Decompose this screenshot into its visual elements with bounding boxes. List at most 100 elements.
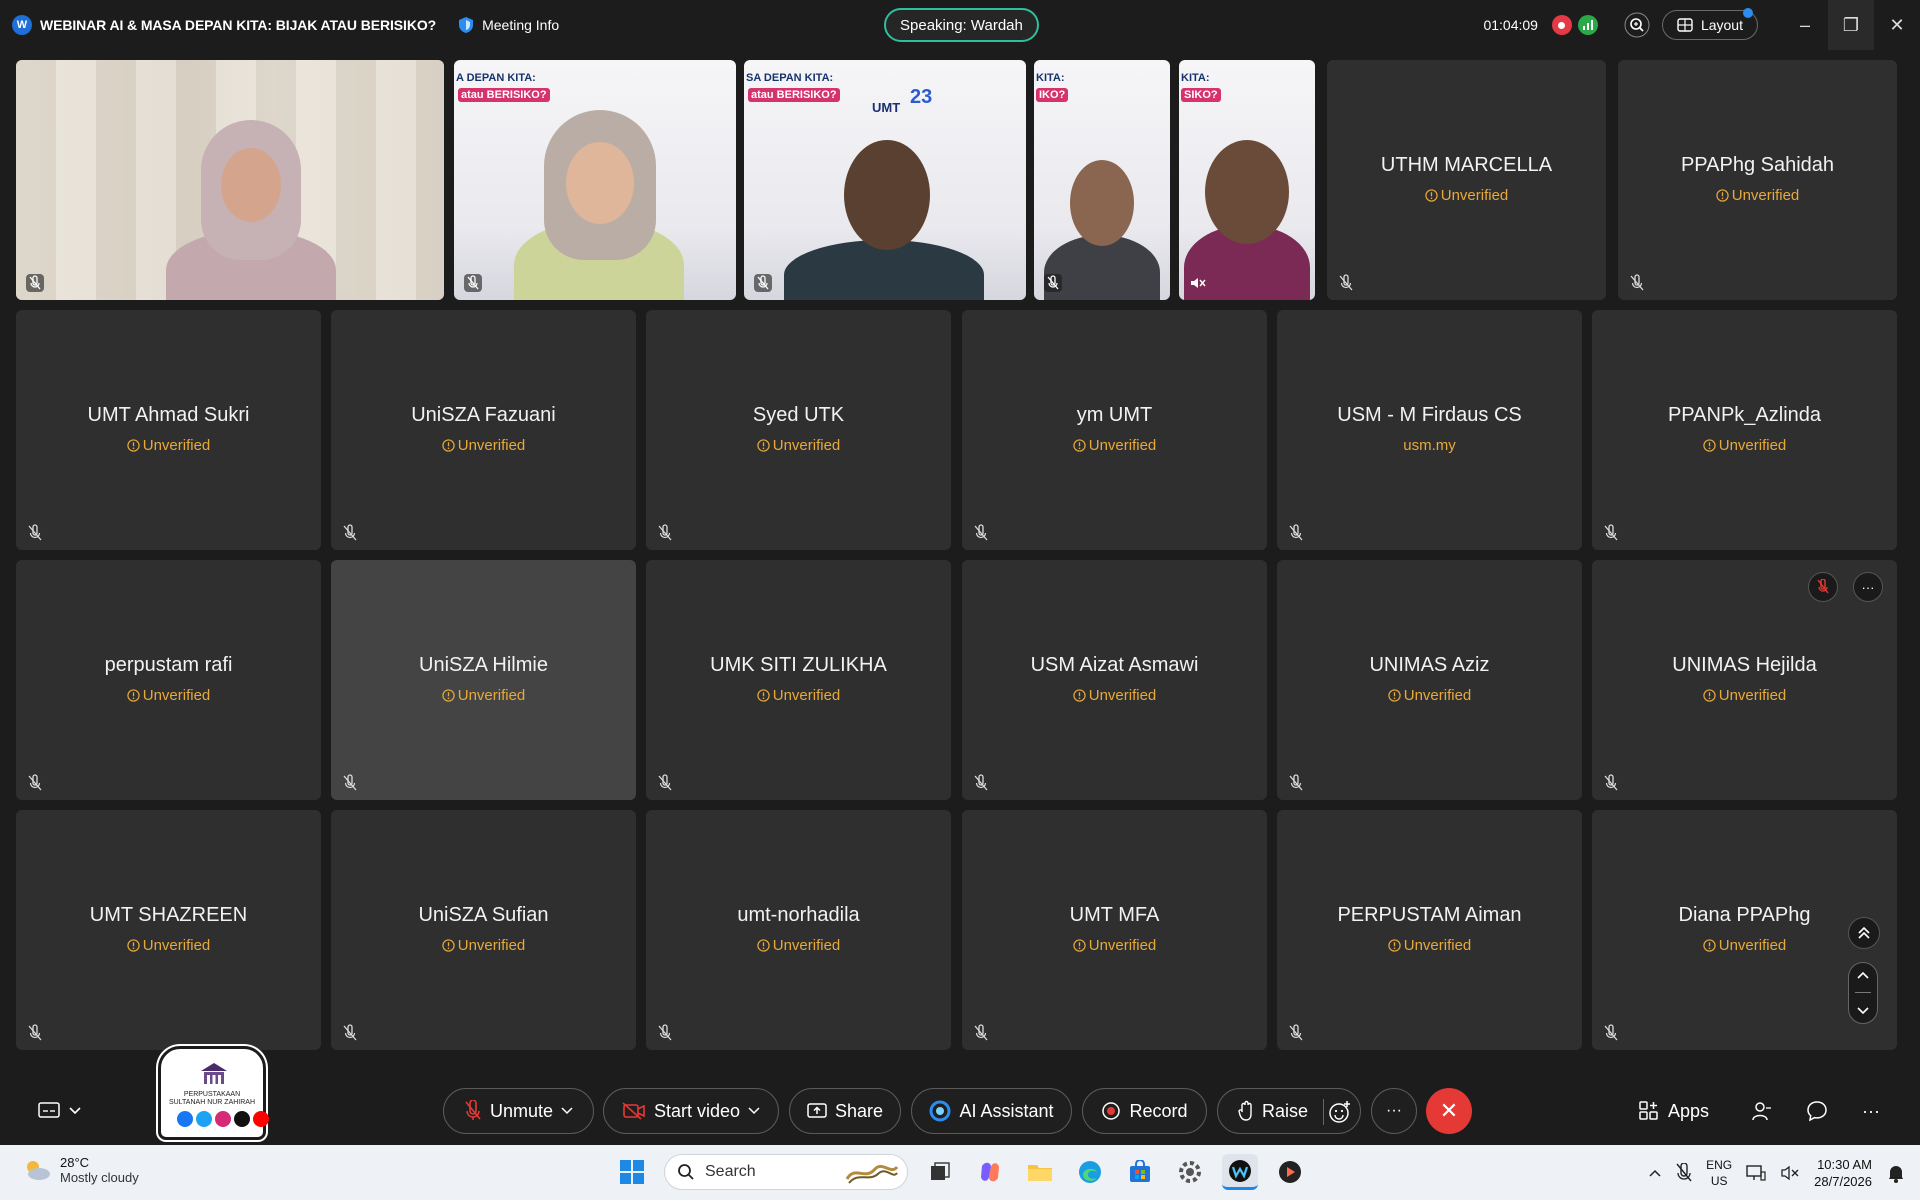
mic-muted-icon: [465, 1100, 481, 1120]
mic-muted-icon: [1604, 524, 1618, 541]
participant-tile[interactable]: UMT MFA Unverified: [962, 810, 1267, 1050]
start-video-button[interactable]: Start video: [603, 1088, 779, 1134]
shield-icon[interactable]: [458, 16, 474, 34]
taskbar-search[interactable]: Search: [664, 1154, 908, 1190]
media-player-icon[interactable]: [1272, 1154, 1308, 1190]
reactions-icon[interactable]: [1328, 1100, 1352, 1124]
chevron-up-icon[interactable]: [1648, 1168, 1662, 1178]
zoom-icon[interactable]: [1624, 12, 1650, 38]
mute-participant-button[interactable]: [1808, 572, 1838, 602]
settings-gear-icon[interactable]: [1172, 1154, 1208, 1190]
video-tile-1[interactable]: [16, 60, 444, 300]
verification-status: Unverified: [331, 937, 636, 954]
participant-tile[interactable]: UMK SITI ZULIKHA Unverified: [646, 560, 951, 800]
edge-browser-icon[interactable]: [1072, 1154, 1108, 1190]
video-tile-2[interactable]: A DEPAN KITA: atau BERISIKO?: [454, 60, 736, 300]
language-indicator[interactable]: ENG US: [1706, 1157, 1732, 1189]
participant-tile[interactable]: USM - M Firdaus CS usm.my: [1277, 310, 1582, 550]
scroll-top-button[interactable]: [1848, 917, 1880, 949]
file-explorer-icon[interactable]: [1022, 1154, 1058, 1190]
mic-muted-icon: [974, 774, 988, 791]
mic-muted-icon: [464, 274, 482, 292]
participant-tile[interactable]: UniSZA Hilmie Unverified: [331, 560, 636, 800]
video-tile-3[interactable]: SA DEPAN KITA: atau BERISIKO? UMT 23: [744, 60, 1026, 300]
verification-status: Unverified: [16, 937, 321, 954]
chat-icon[interactable]: [1806, 1100, 1828, 1122]
warning-icon: [757, 689, 770, 702]
raise-hand-button[interactable]: Raise: [1217, 1088, 1361, 1134]
banner-text: KITA:: [1181, 72, 1210, 84]
weather-widget[interactable]: 28°C Mostly cloudy: [22, 1155, 139, 1185]
verification-status: Unverified: [646, 437, 951, 454]
participant-tile[interactable]: UNIMAS Hejilda Unverified: [1592, 560, 1897, 800]
participant-tile[interactable]: ym UMT Unverified: [962, 310, 1267, 550]
ai-assistant-button[interactable]: AI Assistant: [911, 1088, 1072, 1134]
record-icon: [1102, 1102, 1121, 1120]
chevron-down-icon: [69, 1107, 81, 1115]
banner-text: A DEPAN KITA:: [456, 72, 536, 84]
restore-button[interactable]: ❐: [1828, 0, 1874, 50]
verification-status-label: Unverified: [457, 437, 526, 454]
more-menu-button[interactable]: ···: [1862, 1088, 1880, 1134]
participant-tile[interactable]: UniSZA Fazuani Unverified: [331, 310, 636, 550]
speaker-muted-icon[interactable]: [1780, 1164, 1800, 1182]
meeting-info-link[interactable]: Meeting Info: [482, 17, 559, 33]
record-button[interactable]: Record: [1082, 1088, 1207, 1134]
chevron-up-double-icon: [1858, 926, 1870, 939]
close-window-button[interactable]: ✕: [1874, 0, 1920, 50]
copilot-icon[interactable]: [972, 1154, 1008, 1190]
verification-status-label: Unverified: [142, 437, 211, 454]
participant-tile[interactable]: PPANPk_Azlinda Unverified: [1592, 310, 1897, 550]
start-video-label: Start video: [653, 1100, 741, 1121]
participant-tile[interactable]: UMT Ahmad Sukri Unverified: [16, 310, 321, 550]
scroll-up-icon[interactable]: [1855, 969, 1871, 981]
mic-muted-icon: [28, 1024, 42, 1041]
mic-muted-icon: [974, 524, 988, 541]
apps-button[interactable]: Apps: [1638, 1088, 1709, 1134]
verification-status: Unverified: [331, 437, 636, 454]
participant-tile[interactable]: PPAPhg Sahidah Unverified: [1618, 60, 1897, 300]
participant-tile[interactable]: USM Aizat Asmawi Unverified: [962, 560, 1267, 800]
task-view-icon[interactable]: [922, 1154, 958, 1190]
participant-name: UMT MFA: [1069, 904, 1160, 926]
more-options-button[interactable]: ···: [1371, 1088, 1417, 1134]
store-icon[interactable]: [1122, 1154, 1158, 1190]
participant-tile[interactable]: UTHM MARCELLA Unverified: [1327, 60, 1606, 300]
speaker-muted-icon: [1191, 278, 1206, 288]
participant-tile[interactable]: UMT SHAZREEN Unverified: [16, 810, 321, 1050]
video-tile-5[interactable]: KITA: SIKO?: [1179, 60, 1315, 300]
system-clock[interactable]: 10:30 AM 28/7/2026: [1814, 1156, 1872, 1190]
participant-tile[interactable]: perpustam rafi Unverified: [16, 560, 321, 800]
network-signal-icon[interactable]: [1577, 15, 1598, 35]
scroll-down-icon[interactable]: [1855, 1005, 1871, 1017]
warning-icon: [127, 939, 140, 952]
leave-meeting-button[interactable]: ✕: [1426, 1088, 1472, 1134]
verification-status-label: Unverified: [142, 687, 211, 704]
participant-more-button[interactable]: ···: [1853, 572, 1883, 602]
participant-tile[interactable]: Syed UTK Unverified: [646, 310, 951, 550]
display-icon[interactable]: [1746, 1164, 1766, 1182]
minimize-button[interactable]: –: [1782, 0, 1828, 50]
layout-button[interactable]: Layout: [1661, 8, 1758, 40]
person-face: [566, 142, 634, 224]
participant-tile[interactable]: UniSZA Sufian Unverified: [331, 810, 636, 1050]
verification-status: Unverified: [1592, 687, 1897, 704]
participant-tile[interactable]: UNIMAS Aziz Unverified: [1277, 560, 1582, 800]
unmute-button[interactable]: Unmute: [443, 1088, 594, 1134]
mic-muted-tray-icon[interactable]: [1676, 1162, 1692, 1183]
webex-logo-icon: W: [12, 15, 32, 35]
start-button[interactable]: [614, 1154, 650, 1190]
warning-icon: [1073, 939, 1086, 952]
chevron-down-icon[interactable]: [561, 1107, 573, 1115]
umt-logo: UMT: [872, 100, 901, 115]
chevron-down-icon[interactable]: [748, 1107, 760, 1115]
participant-tile[interactable]: PERPUSTAM Aiman Unverified: [1277, 810, 1582, 1050]
video-tile-4[interactable]: KITA: IKO?: [1034, 60, 1170, 300]
captions-button[interactable]: [38, 1088, 82, 1134]
apps-icon: [1639, 1101, 1658, 1120]
participant-tile[interactable]: umt-norhadila Unverified: [646, 810, 951, 1050]
share-button[interactable]: Share: [789, 1088, 901, 1134]
participants-icon[interactable]: [1750, 1100, 1772, 1122]
webex-taskbar-icon[interactable]: [1222, 1154, 1258, 1190]
notification-bell-icon[interactable]: [1886, 1163, 1906, 1183]
